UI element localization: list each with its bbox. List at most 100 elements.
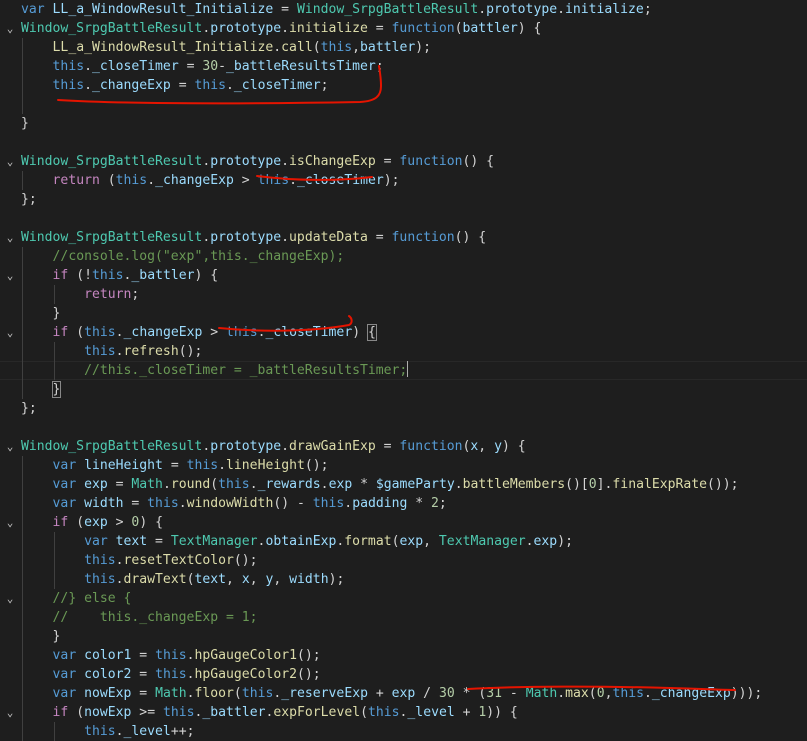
fold-chevron-icon[interactable]: ⌄ — [3, 513, 17, 532]
code-token: . — [557, 686, 566, 701]
code-line[interactable]: this._level++; — [0, 722, 807, 741]
code-token: . — [557, 2, 565, 17]
code-token: Window_SrpgBattleResult — [21, 154, 203, 169]
code-token: var — [84, 534, 108, 549]
code-line[interactable]: } — [0, 304, 807, 323]
code-token: _reserveExp — [281, 686, 368, 701]
code-line[interactable]: return; — [0, 285, 807, 304]
code-line[interactable]: var exp = Math.round(this._rewards.exp *… — [0, 475, 807, 494]
code-token: this — [612, 686, 645, 701]
code-token: this — [84, 553, 116, 568]
code-line[interactable]: var nowExp = Math.floor(this._reserveExp… — [0, 684, 807, 703]
code-token: initialize — [289, 21, 368, 36]
fold-chevron-icon[interactable]: ⌄ — [3, 437, 17, 456]
code-token: ( — [312, 40, 321, 55]
code-line[interactable]: ⌄ if (exp > 0) { — [0, 513, 807, 532]
code-token: this — [91, 268, 124, 283]
code-token: resetTextColor — [123, 553, 234, 568]
indent-guide — [22, 703, 23, 722]
code-token: = — [123, 496, 148, 511]
code-token: () { — [454, 230, 487, 245]
code-token: return — [52, 173, 100, 188]
code-token: ))); — [730, 686, 763, 701]
code-token: 30 — [438, 686, 455, 701]
code-line[interactable] — [0, 133, 807, 152]
code-token: * ( — [454, 686, 487, 701]
code-line[interactable] — [0, 209, 807, 228]
code-token: ( — [68, 705, 85, 720]
code-token: var — [52, 648, 77, 663]
code-token: = — [375, 439, 400, 454]
code-line[interactable]: this.drawText(text, x, y, width); — [0, 570, 807, 589]
code-line[interactable]: return (this._changeExp > this._closeTim… — [0, 171, 807, 190]
code-line[interactable]: ⌄ if (this._changeExp > this._closeTimer… — [0, 323, 807, 342]
code-line[interactable]: this._changeExp = this._closeTimer; — [0, 76, 807, 95]
indent-guide — [22, 627, 23, 646]
code-token: this — [218, 477, 250, 492]
fold-chevron-icon[interactable]: ⌄ — [3, 323, 17, 342]
code-line[interactable]: var LL_a_WindowResult_Initialize = Windo… — [0, 0, 807, 19]
code-token: (); — [296, 648, 321, 663]
code-token: floor — [194, 686, 234, 701]
code-line[interactable]: var color1 = this.hpGaugeColor1(); — [0, 646, 807, 665]
code-token: }; — [21, 401, 37, 416]
code-line[interactable]: var text = TextManager.obtainExp.format(… — [0, 532, 807, 551]
code-line[interactable]: ⌄ //} else { — [0, 589, 807, 608]
code-line[interactable]: }; — [0, 190, 807, 209]
code-token: = — [273, 2, 297, 17]
code-token: LL_a_WindowResult_Initialize — [52, 2, 274, 17]
fold-chevron-icon[interactable]: ⌄ — [3, 589, 17, 608]
code-line[interactable]: ⌄ Window_SrpgBattleResult.prototype.isCha… — [0, 152, 807, 171]
code-line[interactable]: //this._closeTimer = _battleResultsTimer… — [0, 361, 807, 380]
code-token: ; — [643, 2, 652, 17]
code-token: = — [367, 21, 392, 36]
code-line[interactable]: var width = this.windowWidth() - this.pa… — [0, 494, 807, 513]
code-line[interactable]: LL_a_WindowResult_Initialize.call(this,b… — [0, 38, 807, 57]
fold-chevron-icon[interactable]: ⌄ — [3, 228, 17, 247]
code-line[interactable]: }; — [0, 399, 807, 418]
code-token: . — [186, 648, 195, 663]
code-token: _level — [407, 705, 455, 720]
code-token: } — [21, 629, 61, 644]
code-token: this — [367, 705, 400, 720]
code-line[interactable]: ⌄ Window_SrpgBattleResult.prototype.updat… — [0, 228, 807, 247]
code-line[interactable]: } — [0, 114, 807, 133]
code-token: _changeExp — [123, 325, 203, 340]
fold-chevron-icon[interactable]: ⌄ — [3, 266, 17, 285]
code-token: this — [312, 496, 345, 511]
code-editor[interactable]: var LL_a_WindowResult_Initialize = Windo… — [0, 0, 807, 741]
code-line[interactable]: ⌄ Window_SrpgBattleResult.prototype.initi… — [0, 19, 807, 38]
code-line[interactable]: this.refresh(); — [0, 342, 807, 361]
matched-bracket: } — [51, 381, 62, 398]
code-line[interactable] — [0, 95, 807, 114]
code-line[interactable]: var color2 = this.hpGaugeColor2(); — [0, 665, 807, 684]
code-line[interactable]: } — [0, 627, 807, 646]
code-token: > — [107, 515, 132, 530]
code-token: this — [186, 458, 219, 473]
code-token: ( — [454, 21, 463, 36]
code-token: ) — [352, 325, 368, 340]
code-line[interactable]: ⌄ if (!this._battler) { — [0, 266, 807, 285]
code-line[interactable]: } — [0, 380, 807, 399]
code-token: _closeTimer — [91, 59, 179, 74]
code-token: isChangeExp — [289, 154, 376, 169]
code-line[interactable]: ⌄ Window_SrpgBattleResult.prototype.drawG… — [0, 437, 807, 456]
fold-chevron-icon[interactable]: ⌄ — [3, 152, 17, 171]
code-token: 0 — [596, 686, 605, 701]
code-line[interactable]: ⌄ if (nowExp >= this._battler.expForLeve… — [0, 703, 807, 722]
code-line[interactable]: var lineHeight = this.lineHeight(); — [0, 456, 807, 475]
code-line[interactable]: //console.log("exp",this._changeExp); — [0, 247, 807, 266]
code-line[interactable] — [0, 418, 807, 437]
code-line[interactable]: // this._changeExp = 1; — [0, 608, 807, 627]
code-token: (! — [68, 268, 92, 283]
code-token: exp — [533, 534, 558, 549]
code-line[interactable]: this._closeTimer = 30-_battleResultsTime… — [0, 57, 807, 76]
code-token: 2 — [431, 496, 439, 511]
fold-chevron-icon[interactable]: ⌄ — [3, 703, 17, 722]
code-token: var — [52, 496, 77, 511]
code-line[interactable]: this.resetTextColor(); — [0, 551, 807, 570]
fold-chevron-icon[interactable]: ⌄ — [3, 19, 17, 38]
